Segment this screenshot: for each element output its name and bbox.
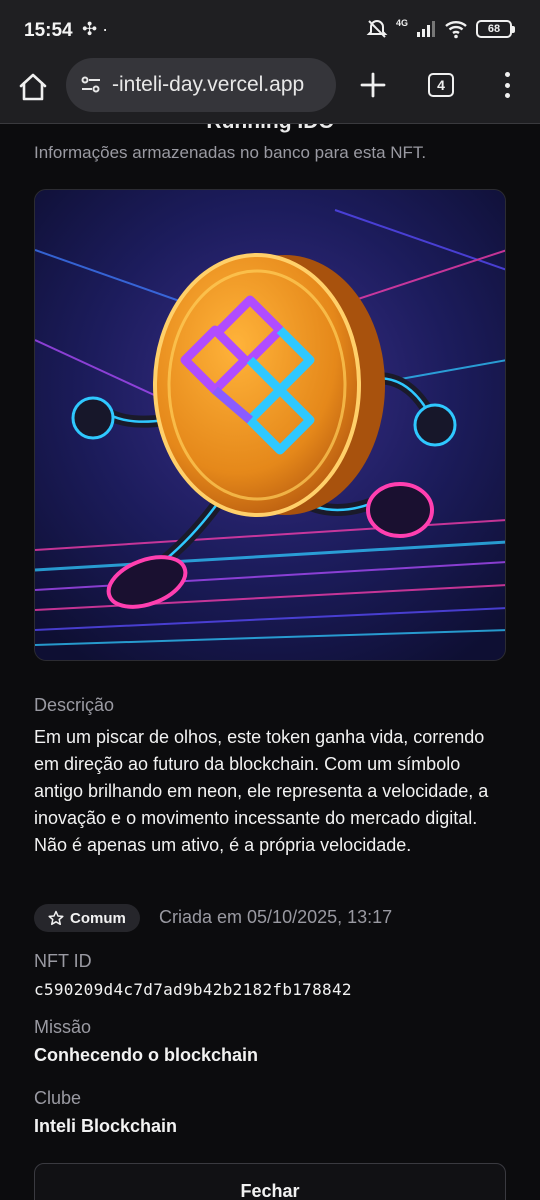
rarity-label: Comum	[70, 909, 126, 927]
rarity-badge: Comum	[34, 904, 140, 932]
tab-count: 4	[437, 77, 445, 93]
created-date: Criada em 05/10/2025, 13:17	[159, 907, 393, 927]
mute-alarm-icon	[366, 19, 388, 38]
dialog-title: Running IDC	[0, 124, 540, 134]
club-label: Clube	[34, 1088, 82, 1108]
signal-icon	[417, 21, 435, 37]
pinwheel-icon: ✣ ·	[82, 19, 109, 39]
star-outline-icon	[48, 910, 64, 926]
nft-id-label: NFT ID	[34, 951, 92, 971]
url-text: -inteli-day.vercel.app	[112, 73, 305, 96]
address-bar[interactable]: -inteli-day.vercel.app	[66, 58, 336, 112]
plus-icon[interactable]	[356, 68, 390, 102]
battery-icon: 68	[476, 20, 515, 38]
browser-toolbar: -inteli-day.vercel.app 4	[0, 58, 540, 124]
mission-value: Conhecendo o blockchain	[34, 1045, 259, 1065]
mission-label: Missão	[34, 1017, 92, 1037]
network-type: 4G	[395, 18, 408, 28]
running-coin-illustration	[35, 190, 505, 660]
more-vert-icon[interactable]	[496, 70, 518, 100]
tab-switcher-button[interactable]: 4	[428, 73, 454, 97]
status-bar: 15:54 ✣ · 4G 68	[0, 0, 540, 58]
status-time: 15:54	[24, 20, 73, 41]
nft-image	[34, 189, 506, 661]
club-value: Inteli Blockchain	[34, 1116, 178, 1136]
nft-id-value: c590209d4c7d7ad9b42b2182fb178842	[34, 980, 352, 999]
status-icons: 4G 68	[366, 18, 515, 40]
description-label: Descrição	[34, 695, 115, 715]
description-text: Em um piscar de olhos, este token ganha …	[34, 727, 489, 855]
nft-details-dialog: Running IDC Informações armazenadas no b…	[0, 124, 540, 1200]
close-button[interactable]: Fechar	[34, 1163, 506, 1200]
wifi-icon	[445, 21, 467, 39]
dialog-subtitle: Informações armazenadas no banco para es…	[34, 143, 427, 162]
battery-level: 68	[487, 23, 501, 35]
tune-icon[interactable]	[80, 74, 102, 96]
home-icon[interactable]	[16, 70, 50, 104]
